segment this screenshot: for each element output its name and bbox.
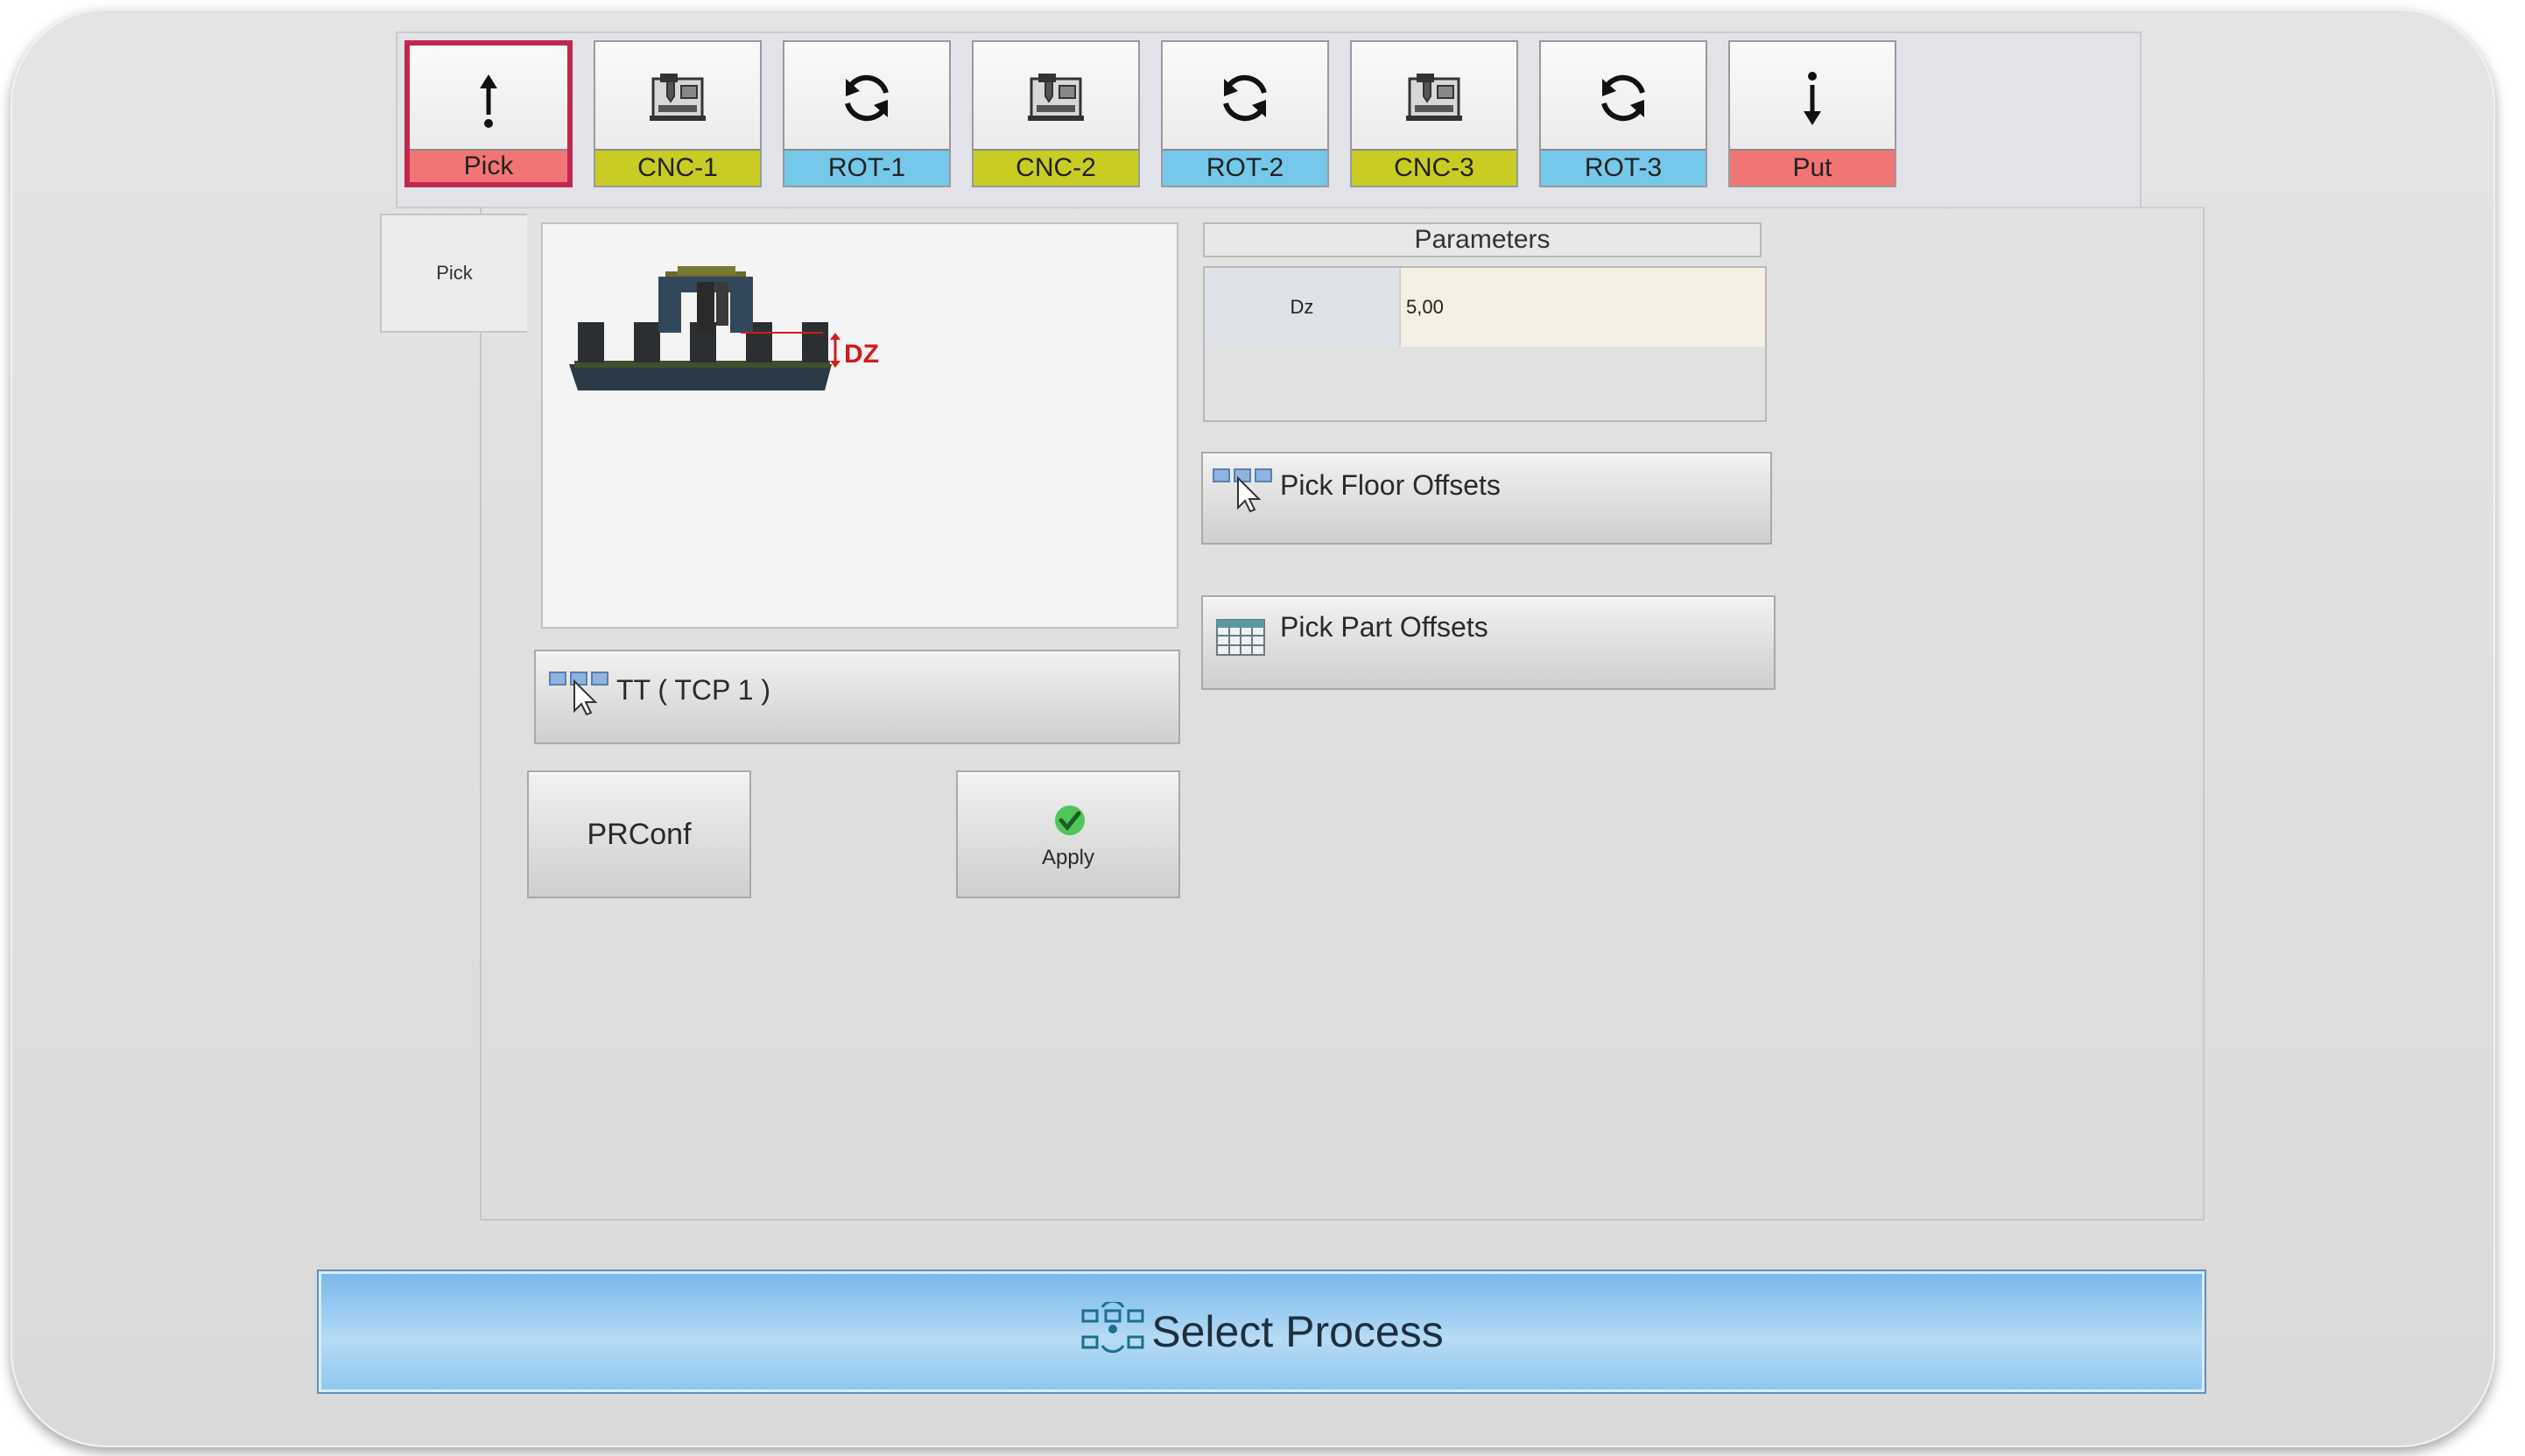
window-select-icon bbox=[548, 669, 611, 721]
process-tab-rot-3[interactable]: ROT-3 bbox=[1539, 40, 1707, 187]
gripper-diagram bbox=[569, 266, 840, 390]
cnc-machine-icon bbox=[595, 61, 760, 135]
process-tab-label: Put bbox=[1730, 149, 1895, 186]
process-tab-label: ROT-3 bbox=[1541, 149, 1706, 186]
apply-button[interactable]: Apply bbox=[956, 770, 1180, 898]
arrow-down-icon bbox=[1730, 61, 1895, 135]
rotate-icon bbox=[784, 61, 949, 135]
process-tab-rot-2[interactable]: ROT-2 bbox=[1161, 40, 1329, 187]
apply-label: Apply bbox=[1041, 846, 1095, 869]
pick-floor-offsets-button[interactable]: Pick Floor Offsets bbox=[1201, 452, 1772, 545]
rotate-icon bbox=[1541, 61, 1706, 135]
process-tab-cnc-1[interactable]: CNC-1 bbox=[594, 40, 762, 187]
prconf-label: PRConf bbox=[587, 817, 692, 851]
process-tab-label: CNC-1 bbox=[595, 149, 760, 186]
checkmark-icon bbox=[1051, 804, 1089, 841]
cnc-machine-icon bbox=[1352, 61, 1516, 135]
arrow-up-icon bbox=[410, 65, 567, 138]
cnc-machine-icon bbox=[974, 61, 1138, 135]
prconf-button[interactable]: PRConf bbox=[527, 770, 751, 898]
pick-floor-offsets-label: Pick Floor Offsets bbox=[1280, 469, 1501, 501]
process-tab-cnc-2[interactable]: CNC-2 bbox=[972, 40, 1140, 187]
select-process-button[interactable]: Select Process bbox=[317, 1270, 2206, 1394]
process-tab-label: Pick bbox=[410, 149, 567, 182]
process-tab-label: ROT-2 bbox=[1163, 149, 1327, 186]
pick-part-offsets-button[interactable]: Pick Part Offsets bbox=[1201, 595, 1776, 690]
rotate-icon bbox=[1163, 61, 1327, 135]
dz-dimension-label: DZ bbox=[844, 340, 879, 369]
select-process-label: Select Process bbox=[1151, 1307, 1444, 1356]
parameter-row-dz: Dz 5,00 bbox=[1205, 268, 1765, 347]
process-tab-cnc-3[interactable]: CNC-3 bbox=[1350, 40, 1518, 187]
side-tab-label: Pick bbox=[436, 262, 473, 284]
parameter-value-field[interactable]: 5,00 bbox=[1401, 268, 1765, 347]
tool-tcp-button[interactable]: TT ( TCP 1 ) bbox=[534, 650, 1180, 744]
process-tab-strip: Pick CNC-1 ROT-1 CNC-2 ROT-2 CNC-3 ROT-3 Put bbox=[396, 32, 2142, 208]
tool-tcp-label: TT ( TCP 1 ) bbox=[616, 674, 771, 706]
parameters-title: Parameters bbox=[1203, 222, 1762, 257]
window-select-icon bbox=[1212, 466, 1275, 517]
pick-part-offsets-label: Pick Part Offsets bbox=[1280, 611, 1488, 643]
pick-diagram-image: DZ bbox=[541, 222, 1178, 629]
table-grid-icon bbox=[1213, 616, 1268, 663]
process-flow-icon bbox=[1080, 1299, 1146, 1361]
process-tab-label: CNC-2 bbox=[974, 149, 1138, 186]
process-tab-pick[interactable]: Pick bbox=[404, 40, 573, 187]
process-tab-put[interactable]: Put bbox=[1728, 40, 1896, 187]
parameter-key: Dz bbox=[1205, 268, 1401, 347]
parameters-grid: Dz 5,00 bbox=[1203, 266, 1767, 422]
side-tab-pick[interactable]: Pick bbox=[380, 214, 527, 333]
process-tab-rot-1[interactable]: ROT-1 bbox=[783, 40, 951, 187]
process-tab-label: ROT-1 bbox=[784, 149, 949, 186]
process-tab-label: CNC-3 bbox=[1352, 149, 1516, 186]
